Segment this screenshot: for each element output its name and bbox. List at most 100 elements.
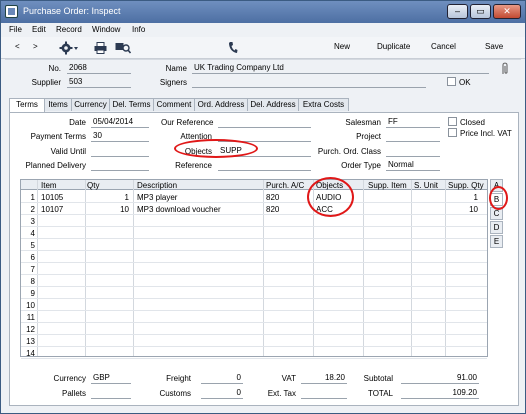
purch-ord-class-field[interactable] <box>386 146 440 157</box>
cell-supp-qty[interactable]: 10 <box>448 205 478 214</box>
tab-comment[interactable]: Comment <box>153 98 195 111</box>
menu-edit[interactable]: Edit <box>32 25 46 34</box>
cell-purch-ac[interactable]: 820 <box>266 193 310 202</box>
objects-label: Objects <box>184 147 212 156</box>
ext-tax-field[interactable] <box>301 388 347 399</box>
tab-ord-address[interactable]: Ord. Address <box>194 98 248 111</box>
tab-terms[interactable]: Terms <box>9 98 45 112</box>
order-type-label: Order Type <box>341 161 381 170</box>
tab-del-terms[interactable]: Del. Terms <box>109 98 154 111</box>
phone-icon[interactable] <box>228 41 238 54</box>
table-row[interactable]: 1 10105 1 MP3 player 820 AUDIO 1 <box>21 191 487 203</box>
date-field[interactable]: 05/04/2014 <box>91 117 149 128</box>
table-row[interactable]: 12 <box>21 323 487 335</box>
row-number: 12 <box>26 325 35 334</box>
menu-window[interactable]: Window <box>92 25 120 34</box>
freight-label: Freight <box>166 374 191 383</box>
table-row[interactable]: 2 10107 10 MP3 download voucher 820 ACC 10 <box>21 203 487 215</box>
toolbar: < > New Duplicate Cancel Save <box>1 37 525 59</box>
forward-button[interactable]: > <box>33 42 38 51</box>
closed-label: Closed <box>460 118 485 127</box>
customs-field[interactable]: 0 <box>201 388 243 399</box>
new-button[interactable]: New <box>334 42 350 51</box>
menu-info[interactable]: Info <box>132 25 145 34</box>
cell-qty[interactable]: 10 <box>87 205 129 214</box>
objects-field[interactable]: SUPP <box>218 146 311 157</box>
planned-delivery-field[interactable] <box>91 160 149 171</box>
name-field[interactable]: UK Trading Company Ltd <box>192 63 489 74</box>
tab-items[interactable]: Items <box>44 98 72 111</box>
project-field[interactable] <box>386 131 440 142</box>
price-incl-vat-checkbox[interactable] <box>448 128 457 137</box>
row-number: 9 <box>30 289 35 298</box>
table-row[interactable]: 14 <box>21 347 487 359</box>
order-type-field[interactable]: Normal <box>386 160 440 171</box>
side-tab-b[interactable]: B <box>490 193 503 206</box>
gear-icon[interactable] <box>59 41 79 55</box>
attention-field[interactable] <box>218 131 311 142</box>
valid-until-field[interactable] <box>91 146 149 157</box>
table-row[interactable]: 5 <box>21 239 487 251</box>
row-number: 13 <box>26 337 35 346</box>
menu-record[interactable]: Record <box>56 25 82 34</box>
table-row[interactable]: 3 <box>21 215 487 227</box>
pallets-field[interactable] <box>91 388 131 399</box>
row-number: 14 <box>26 349 35 358</box>
table-row[interactable]: 10 <box>21 299 487 311</box>
ok-checkbox[interactable] <box>447 77 456 86</box>
cell-objects[interactable]: AUDIO <box>316 193 360 202</box>
table-row[interactable]: 11 <box>21 311 487 323</box>
table-row[interactable]: 8 <box>21 275 487 287</box>
duplicate-button[interactable]: Duplicate <box>377 42 410 51</box>
col-objects: Objects <box>316 181 344 190</box>
salesman-field[interactable]: FF <box>386 117 440 128</box>
printer-icon[interactable] <box>94 42 107 54</box>
ok-label: OK <box>459 78 471 87</box>
side-tab-a[interactable]: A <box>490 179 503 192</box>
closed-checkbox[interactable] <box>448 117 457 126</box>
cell-description[interactable]: MP3 download voucher <box>137 205 261 214</box>
cell-supp-qty[interactable]: 1 <box>448 193 478 202</box>
payment-terms-field[interactable]: 30 <box>91 131 149 142</box>
supplier-field[interactable]: 503 <box>67 77 131 88</box>
no-field[interactable]: 2068 <box>67 63 131 74</box>
cell-description[interactable]: MP3 player <box>137 193 261 202</box>
table-row[interactable]: 9 <box>21 287 487 299</box>
menu-file[interactable]: File <box>9 25 22 34</box>
currency-field[interactable]: GBP <box>91 373 131 384</box>
back-button[interactable]: < <box>15 42 20 51</box>
minimize-button[interactable]: – <box>447 4 468 19</box>
row-number: 4 <box>30 229 35 238</box>
tab-currency[interactable]: Currency <box>71 98 110 111</box>
cell-item[interactable]: 10105 <box>41 193 83 202</box>
side-tab-e[interactable]: E <box>490 235 503 248</box>
cell-item[interactable]: 10107 <box>41 205 83 214</box>
tab-extra-costs[interactable]: Extra Costs <box>298 98 349 111</box>
vat-field[interactable]: 18.20 <box>301 373 347 384</box>
table-row[interactable]: 6 <box>21 251 487 263</box>
table-row[interactable]: 4 <box>21 227 487 239</box>
side-tab-d[interactable]: D <box>490 221 503 234</box>
tab-del-address[interactable]: Del. Address <box>247 98 299 111</box>
supplier-label: Supplier <box>31 78 61 87</box>
total-field[interactable]: 109.20 <box>401 388 479 399</box>
paperclip-icon[interactable] <box>500 62 510 75</box>
row-number: 5 <box>30 241 35 250</box>
freight-field[interactable]: 0 <box>201 373 243 384</box>
signers-field[interactable] <box>192 77 426 88</box>
our-reference-field[interactable] <box>218 117 311 128</box>
table-row[interactable]: 13 <box>21 335 487 347</box>
subtotal-field[interactable]: 91.00 <box>401 373 479 384</box>
reference-field[interactable] <box>218 160 311 171</box>
save-button[interactable]: Save <box>485 42 503 51</box>
table-row[interactable]: 7 <box>21 263 487 275</box>
cancel-button[interactable]: Cancel <box>431 42 456 51</box>
close-button[interactable]: ✕ <box>493 4 521 19</box>
print-preview-icon[interactable] <box>115 42 131 54</box>
maximize-button[interactable]: ▭ <box>470 4 491 19</box>
side-tab-c[interactable]: C <box>490 207 503 220</box>
cell-purch-ac[interactable]: 820 <box>266 205 310 214</box>
cell-qty[interactable]: 1 <box>87 193 129 202</box>
cell-objects[interactable]: ACC <box>316 205 360 214</box>
subtotal-label: Subtotal <box>363 374 393 383</box>
